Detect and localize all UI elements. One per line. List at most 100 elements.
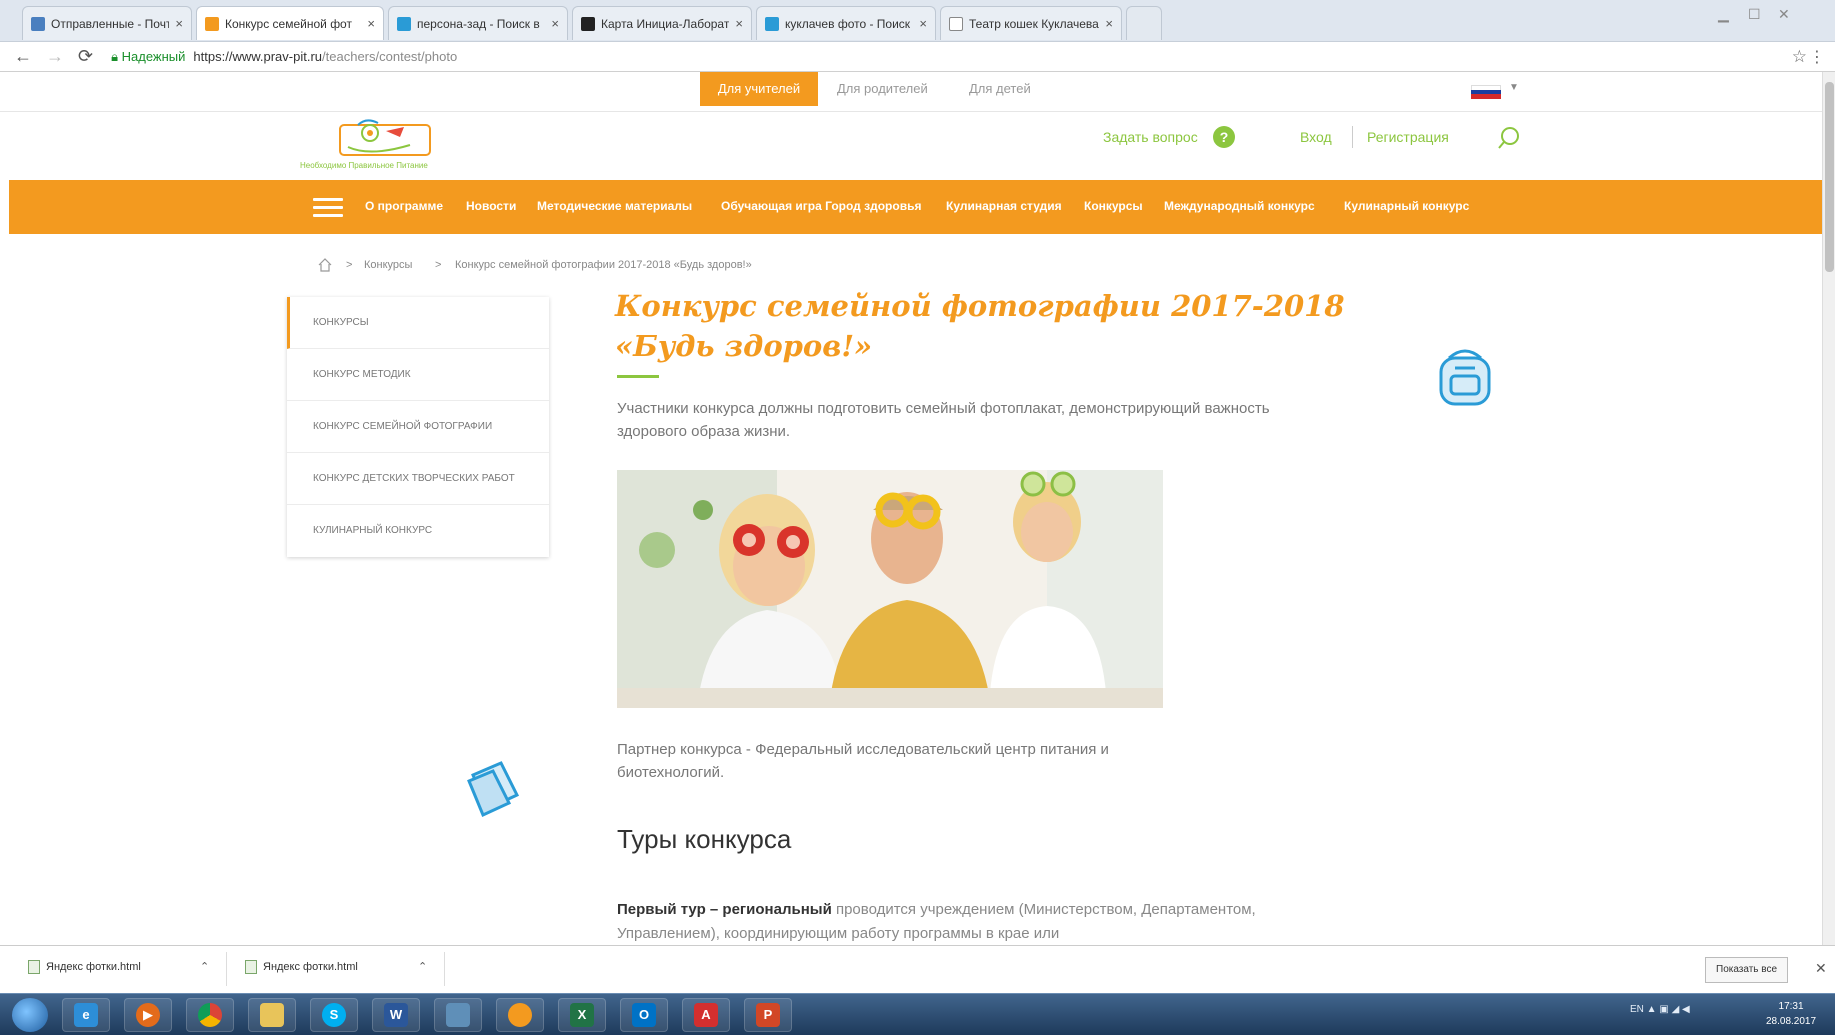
close-icon[interactable]: ✕ — [1815, 960, 1827, 977]
audience-tab-kids[interactable]: Для детей — [969, 72, 1031, 106]
language-flag-icon[interactable] — [1471, 85, 1501, 99]
sidebar-item-contests[interactable]: Конкурсы — [287, 297, 549, 349]
browser-menu-icon[interactable]: ⋮ — [1809, 47, 1825, 67]
divider — [1352, 126, 1353, 148]
window-maximize-icon[interactable]: ☐ — [1748, 6, 1761, 23]
nav-item-culinary-contest[interactable]: Кулинарный конкурс — [1344, 199, 1469, 213]
html-file-icon — [245, 960, 257, 974]
download-item[interactable]: Яндекс фотки.html — [245, 960, 358, 974]
nav-item-culinary-studio[interactable]: Кулинарная студия — [946, 199, 1062, 213]
secure-indicator[interactable]: 🔒︎ Надежный — [111, 49, 185, 65]
chevron-down-icon[interactable]: ▼ — [1509, 82, 1519, 93]
file-explorer-taskbar-icon[interactable] — [248, 998, 296, 1032]
download-item[interactable]: Яндекс фотки.html — [28, 960, 141, 974]
nav-item-contests[interactable]: Конкурсы — [1084, 199, 1143, 213]
nav-item-about[interactable]: О программе — [365, 199, 443, 213]
close-icon[interactable]: × — [551, 16, 559, 31]
browser-taskbar-icon[interactable] — [496, 998, 544, 1032]
search-icon[interactable] — [1496, 125, 1522, 151]
photo-viewer-taskbar-icon[interactable] — [434, 998, 482, 1032]
tab-label: Театр кошек Куклачева — [969, 16, 1099, 31]
tab-label: Конкурс семейной фот — [225, 16, 352, 31]
main-navigation: О программе Новости Методические материа… — [9, 180, 1822, 234]
powerpoint-taskbar-icon[interactable]: P — [744, 998, 792, 1032]
browser-tab-active[interactable]: Конкурс семейной фот × — [196, 6, 384, 40]
logo-caption: Необходимо Правильное Питание — [300, 161, 428, 170]
close-icon[interactable]: × — [919, 16, 927, 31]
search-engine-icon — [397, 16, 411, 31]
word-taskbar-icon[interactable]: W — [372, 998, 420, 1032]
address-bar: ← → ⟳ 🔒︎ Надежный https://www.prav-pit.r… — [0, 42, 1835, 72]
clock[interactable]: 17:31 28.08.2017 — [1766, 999, 1816, 1029]
partner-paragraph: Партнер конкурса - Федеральный исследова… — [617, 741, 1109, 781]
browser-tab[interactable]: персона-зад - Поиск в × — [388, 6, 568, 40]
nav-item-methodical[interactable]: Методические материалы — [537, 199, 692, 213]
back-icon[interactable]: ← — [14, 46, 32, 67]
downloads-bar: Яндекс фотки.html ⌃ Яндекс фотки.html ⌃ … — [0, 945, 1835, 993]
language-indicator[interactable]: EN — [1630, 1004, 1644, 1015]
home-icon[interactable] — [318, 258, 332, 272]
tour-paragraph: Первый тур – региональный проводится учр… — [617, 898, 1307, 945]
tour-title: Первый тур – региональный — [617, 901, 832, 918]
skype-taskbar-icon[interactable]: S — [310, 998, 358, 1032]
hamburger-menu-icon[interactable] — [313, 198, 343, 218]
sidebar-item-methods[interactable]: Конкурс методик — [287, 349, 549, 401]
breadcrumb-separator: > — [435, 259, 442, 271]
web-page: Для учителей Для родителей Для детей ▼ Н… — [0, 72, 1822, 945]
browser-tab[interactable]: Карта Инициа-Лаборат × — [572, 6, 752, 40]
site-favicon-icon — [205, 16, 219, 31]
sidebar-menu: Конкурсы Конкурс методик Конкурс семейно… — [287, 297, 549, 557]
breadcrumb-link-contests[interactable]: Конкурсы — [364, 259, 412, 271]
page-icon — [949, 16, 963, 31]
title-accent-line — [617, 375, 659, 378]
tab-label: Карта Инициа-Лаборат — [601, 16, 730, 31]
start-button[interactable] — [12, 998, 48, 1032]
audience-tab-teachers[interactable]: Для учителей — [700, 72, 818, 106]
divider — [444, 952, 445, 986]
url-field[interactable]: https://www.prav-pit.ru/teachers/contest… — [193, 49, 457, 64]
divider — [226, 952, 227, 986]
reload-icon[interactable]: ⟳ — [78, 46, 93, 67]
sidebar-item-culinary[interactable]: Кулинарный конкурс — [287, 505, 549, 557]
close-icon[interactable]: × — [735, 16, 743, 31]
tab-label: персона-зад - Поиск в — [417, 16, 540, 31]
excel-taskbar-icon[interactable]: X — [558, 998, 606, 1032]
question-icon[interactable]: ? — [1213, 126, 1235, 148]
sidebar-item-kids-works[interactable]: Конкурс детских творческих работ — [287, 453, 549, 505]
login-link[interactable]: Вход — [1300, 129, 1332, 145]
page-scrollbar[interactable] — [1822, 72, 1835, 945]
ie-taskbar-icon[interactable]: e — [62, 998, 110, 1032]
show-all-downloads-button[interactable]: Показать все — [1705, 957, 1789, 983]
browser-tab[interactable]: Отправленные - Почта × — [22, 6, 192, 40]
scrollbar-thumb[interactable] — [1825, 82, 1834, 272]
logo-graphic — [339, 119, 431, 156]
close-icon[interactable]: × — [367, 16, 375, 31]
nav-item-news[interactable]: Новости — [466, 199, 516, 213]
close-icon[interactable]: × — [1105, 16, 1113, 31]
media-player-taskbar-icon[interactable]: ▶ — [124, 998, 172, 1032]
window-close-icon[interactable]: ✕ — [1778, 6, 1790, 23]
nav-item-game[interactable]: Обучающая игра Город здоровья — [721, 199, 921, 213]
outlook-taskbar-icon[interactable]: O — [620, 998, 668, 1032]
sidebar-item-family-photo[interactable]: Конкурс семейной фотографии — [287, 401, 549, 453]
browser-tab[interactable]: Театр кошек Куклачева × — [940, 6, 1122, 40]
new-tab-button[interactable] — [1126, 6, 1162, 40]
pdf-reader-taskbar-icon[interactable]: A — [682, 998, 730, 1032]
system-tray[interactable]: EN ▲ ▣ ◢ ◀︎ — [1630, 1004, 1690, 1015]
window-minimize-icon[interactable]: ▁ — [1718, 6, 1729, 23]
ask-question-link[interactable]: Задать вопрос — [1103, 129, 1198, 145]
os-taskbar: e ▶ S W X O A P EN ▲ ▣ ◢ ◀︎ 17:31 28.08.2… — [0, 993, 1835, 1035]
breadcrumb-separator: > — [346, 259, 353, 271]
forward-icon[interactable]: → — [46, 46, 64, 67]
nav-item-international[interactable]: Международный конкурс — [1164, 199, 1315, 213]
close-icon[interactable]: × — [175, 16, 183, 31]
browser-tab[interactable]: куклачев фото - Поиск × — [756, 6, 936, 40]
register-link[interactable]: Регистрация — [1367, 129, 1449, 145]
chevron-up-icon[interactable]: ⌃ — [200, 960, 209, 973]
audience-tab-parents[interactable]: Для родителей — [837, 72, 928, 106]
backpack-icon — [1439, 349, 1491, 406]
chrome-taskbar-icon[interactable] — [186, 998, 234, 1032]
bookmark-star-icon[interactable]: ☆ — [1792, 47, 1807, 67]
chevron-up-icon[interactable]: ⌃ — [418, 960, 427, 973]
site-logo[interactable]: Необходимо Правильное Питание — [300, 117, 460, 173]
